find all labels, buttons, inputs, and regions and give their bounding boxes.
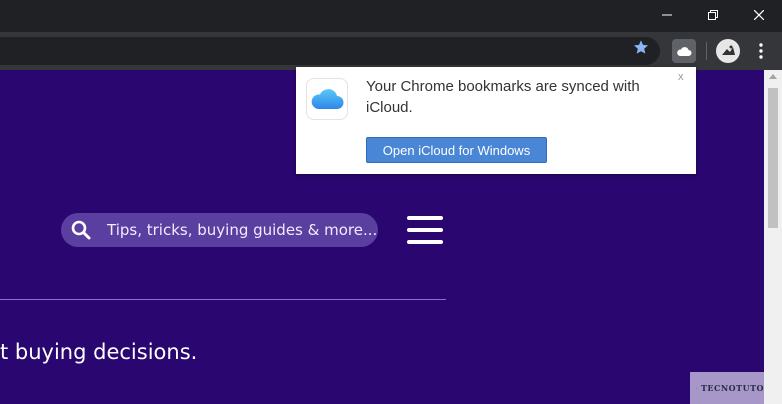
search-input[interactable]: Tips, tricks, buying guides & more... (61, 213, 378, 247)
close-icon (754, 10, 764, 20)
popup-message: Your Chrome bookmarks are synced with iC… (366, 78, 640, 116)
hero-tagline: t buying decisions. (0, 340, 198, 364)
popup-icloud-logo (306, 78, 348, 120)
browser-toolbar (0, 32, 782, 70)
hamburger-bar (407, 216, 443, 220)
icloud-extension-button[interactable] (672, 39, 696, 63)
watermark-logo-icon (696, 387, 697, 389)
search-placeholder: Tips, tricks, buying guides & more... (107, 221, 378, 239)
icloud-sync-popup: Your Chrome bookmarks are synced with iC… (296, 67, 696, 174)
kebab-menu-icon (759, 43, 763, 59)
page-scrollbar[interactable] (764, 70, 782, 404)
hamburger-bar (407, 240, 443, 244)
minimize-icon (662, 14, 672, 16)
icloud-icon (677, 46, 692, 56)
watermark-text: TECNOTUTO (700, 383, 764, 393)
minimize-button[interactable] (644, 0, 690, 30)
profile-avatar[interactable] (716, 39, 740, 63)
content-divider (0, 299, 446, 300)
popup-close-button[interactable]: x (678, 71, 684, 83)
hamburger-menu-button[interactable] (407, 216, 443, 244)
close-button[interactable] (736, 0, 782, 30)
profile-icon (718, 41, 738, 61)
chrome-menu-button[interactable] (750, 40, 772, 62)
star-icon (634, 40, 648, 54)
address-bar[interactable] (0, 37, 660, 65)
open-icloud-button[interactable]: Open iCloud for Windows (366, 137, 547, 163)
search-icon (71, 220, 91, 240)
restore-icon (708, 10, 718, 20)
watermark: TECNOTUTO (690, 372, 764, 404)
icloud-cloud-icon (311, 89, 344, 109)
toolbar-separator (706, 42, 707, 60)
restore-button[interactable] (690, 0, 736, 30)
hamburger-bar (407, 228, 443, 232)
scrollbar-thumb[interactable] (768, 88, 778, 228)
scroll-up-arrow-icon[interactable] (769, 74, 777, 79)
bookmark-star-button[interactable] (630, 36, 652, 58)
title-bar (0, 0, 782, 32)
